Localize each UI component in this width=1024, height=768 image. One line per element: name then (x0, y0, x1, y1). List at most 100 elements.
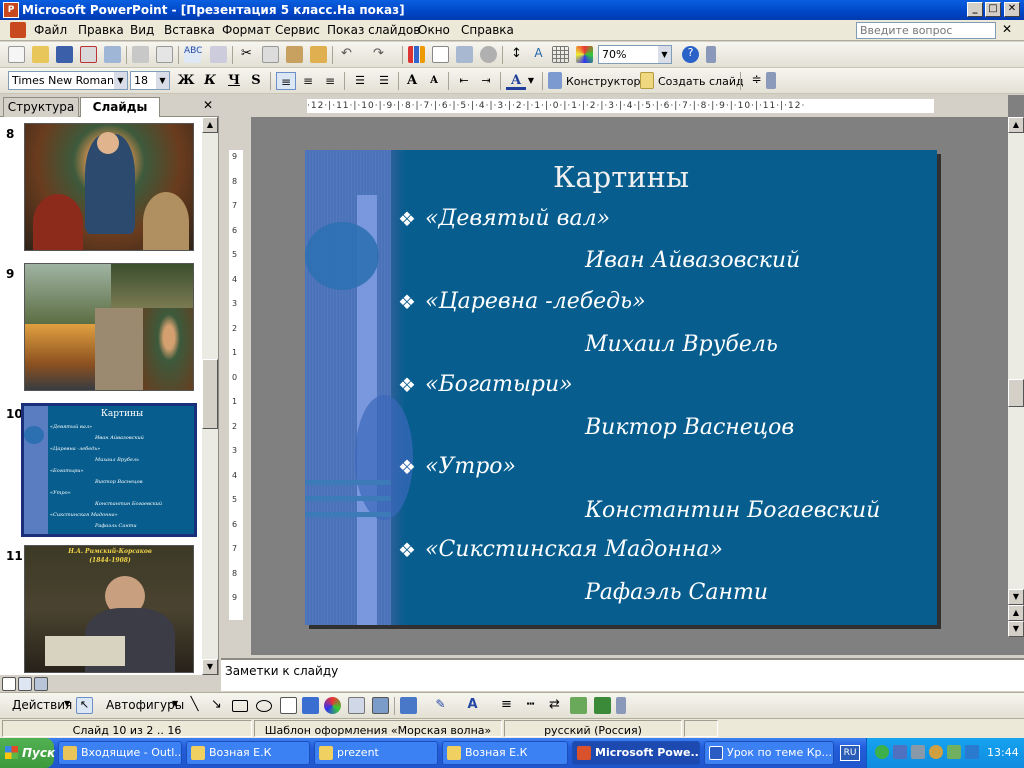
slide-canvas[interactable]: Картины ❖ «Девятый вал» Иван Айвазовский… (305, 150, 937, 625)
tray-icon-5[interactable] (947, 745, 961, 759)
painting-title[interactable]: «Девятый вал» (425, 206, 610, 231)
toolbar-options-icon-3[interactable] (616, 697, 626, 714)
decrease-font-button[interactable]: A (424, 72, 444, 90)
font-select[interactable]: Times New Roman ▼ (8, 71, 128, 90)
chart-icon[interactable] (408, 46, 425, 63)
painting-title[interactable]: «Утро» (425, 454, 516, 479)
print-preview-icon[interactable] (156, 46, 173, 63)
paste-icon[interactable] (286, 46, 303, 63)
select-pointer-icon[interactable]: ↖ (76, 697, 93, 714)
slide-thumbnail-9[interactable] (24, 263, 194, 391)
color-grayscale-icon[interactable] (576, 46, 593, 63)
new-slide-button[interactable]: Создать слайд (658, 75, 744, 88)
undo-icon[interactable]: ↶ (338, 46, 355, 63)
menu-slideshow[interactable]: Показ слайдов (327, 23, 420, 37)
oval-icon[interactable] (256, 700, 272, 712)
slideshow-icon[interactable] (34, 677, 48, 691)
zoom-select[interactable]: 70% ▼ (598, 45, 672, 64)
rectangle-icon[interactable] (232, 700, 248, 712)
spelling-icon[interactable]: ABC (184, 46, 202, 63)
normal-view-icon[interactable] (2, 677, 16, 691)
powerpoint-icon[interactable]: P (3, 2, 19, 18)
fill-color-icon[interactable] (400, 697, 417, 714)
menu-file[interactable]: Файл (34, 23, 67, 37)
maximize-button[interactable]: □ (985, 2, 1001, 17)
clipart-icon[interactable] (348, 697, 365, 714)
painter-name[interactable]: Виктор Васнецов (585, 415, 794, 440)
editor-scrollbar[interactable]: ▲ ▼ ▲ ▼ (1008, 117, 1024, 637)
scroll-up-icon[interactable]: ▲ (202, 117, 218, 133)
painting-title[interactable]: «Богатыри» (425, 372, 573, 397)
language-indicator[interactable]: RU (840, 745, 860, 761)
slide-title[interactable]: Картины (405, 160, 837, 194)
menu-help[interactable]: Справка (461, 23, 514, 37)
permission-icon[interactable] (80, 46, 97, 63)
menu-view[interactable]: Вид (130, 23, 154, 37)
wordart-icon[interactable] (302, 697, 319, 714)
tray-icon-3[interactable] (911, 745, 925, 759)
open-icon[interactable] (32, 46, 49, 63)
painter-name[interactable]: Иван Айвазовский (585, 248, 800, 273)
next-slide-icon[interactable]: ▼ (1008, 621, 1024, 637)
3d-style-icon[interactable] (594, 697, 611, 714)
doc-icon[interactable] (10, 22, 26, 38)
painter-name[interactable]: Константин Богаевский (585, 498, 880, 523)
copy-icon[interactable] (262, 46, 279, 63)
diagram-icon[interactable] (324, 697, 341, 714)
scroll-up-icon[interactable]: ▲ (1008, 117, 1024, 133)
notes-area[interactable]: Заметки к слайду (221, 658, 1024, 691)
designer-button[interactable]: Конструктор (566, 75, 640, 88)
arrow-icon[interactable]: ↘ (208, 697, 225, 714)
line-style-icon[interactable]: ≡ (498, 697, 515, 714)
toolbar-options-icon-2[interactable] (766, 72, 776, 89)
help-icon[interactable]: ? (682, 46, 699, 63)
font-size-select[interactable]: 18 ▼ (130, 71, 170, 90)
dash-style-icon[interactable]: ┅ (522, 697, 539, 714)
task-powerpoint[interactable]: Microsoft Powe... (572, 741, 700, 765)
expand-all-icon[interactable]: ↕ (508, 46, 525, 63)
task-folder-2[interactable]: Возная Е.К (442, 741, 568, 765)
save-icon[interactable] (56, 46, 73, 63)
underline-button[interactable]: Ч (224, 72, 244, 90)
shadow-style-icon[interactable] (570, 697, 587, 714)
line-spacing-icon[interactable]: ≑ (748, 72, 765, 89)
increase-font-button[interactable]: A (402, 72, 422, 90)
format-painter-icon[interactable] (310, 46, 327, 63)
scroll-thumb[interactable] (1008, 379, 1024, 407)
minimize-button[interactable]: _ (967, 2, 983, 17)
thumbnail-scrollbar[interactable]: ▲ ▼ (202, 117, 218, 675)
menu-tools[interactable]: Сервис (275, 23, 320, 37)
arrow-style-icon[interactable]: ⇄ (546, 697, 563, 714)
slide-thumbnail-10-selected[interactable]: Картины «Девятый вал» Иван Айвазовский «… (21, 403, 197, 537)
task-folder-prezent[interactable]: prezent (314, 741, 438, 765)
line-color-icon[interactable]: ✎ (432, 697, 449, 714)
email-icon[interactable] (104, 46, 121, 63)
font-color-icon[interactable]: A (464, 697, 481, 714)
textbox-icon[interactable] (280, 697, 297, 714)
show-formatting-icon[interactable]: A (530, 46, 547, 63)
close-button[interactable]: ✕ (1004, 2, 1020, 17)
slide-thumbnail-11[interactable]: Н.А. Римский-Корсаков (1844-1908) (24, 545, 194, 673)
shadow-button[interactable]: S (246, 72, 266, 90)
decrease-indent-button[interactable]: ⇤ (454, 72, 474, 90)
menu-window[interactable]: Окно (418, 23, 450, 37)
toolbar-options-icon[interactable] (706, 46, 716, 63)
tray-icon-2[interactable] (893, 745, 907, 759)
numbering-button[interactable]: ☰ (350, 72, 370, 90)
font-color-dropdown-icon[interactable]: ▼ (526, 72, 536, 90)
painting-title[interactable]: «Царевна -лебедь» (425, 289, 646, 314)
slide-thumbnail-8[interactable] (24, 123, 194, 251)
redo-icon[interactable]: ↷ (370, 46, 387, 63)
picture-icon[interactable] (372, 697, 389, 714)
align-right-button[interactable]: ≡ (320, 72, 340, 90)
table-icon[interactable] (432, 46, 449, 63)
tab-outline[interactable]: Структура (3, 97, 79, 117)
italic-button[interactable]: К (200, 72, 220, 90)
bold-button[interactable]: Ж (176, 72, 196, 90)
tables-borders-icon[interactable] (456, 46, 473, 63)
bullets-button[interactable]: ☰ (374, 72, 394, 90)
align-center-button[interactable]: ≡ (298, 72, 318, 90)
font-color-button[interactable]: A (506, 72, 526, 90)
scroll-thumb[interactable] (202, 359, 218, 429)
new-icon[interactable] (8, 46, 25, 63)
